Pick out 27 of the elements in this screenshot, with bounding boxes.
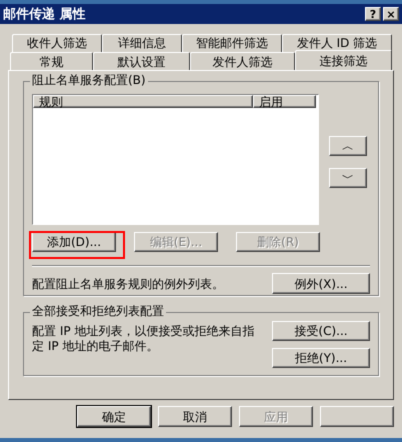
close-button[interactable]: × [383,7,399,21]
tab[interactable]: 收件人筛选 [12,34,102,52]
move-down-button[interactable]: ﹀ [329,168,367,188]
tab[interactable]: 发件人筛选 [190,52,295,70]
group-title: 全部接受和拒绝列表配置 [30,305,166,317]
group-title: 阻止名单服务配置(B) [30,74,148,86]
tab[interactable]: 详细信息 [102,34,182,52]
reject-button[interactable]: 拒绝(Y)... [272,348,370,368]
exception-text: 配置阻止名单服务规则的例外列表。 [32,278,224,290]
add-button[interactable]: 添加(D)... [32,232,116,252]
help-button[interactable]: ? [365,7,381,21]
description-text: 配置 IP 地址列表，以便接受或拒绝来自指定 IP 地址的电子邮件。 [32,323,256,355]
move-up-button[interactable]: ︿ [329,136,367,156]
accept-button[interactable]: 接受(C)... [272,321,370,341]
cancel-button[interactable]: 取消 [158,406,232,427]
tab[interactable]: 默认设置 [93,52,190,70]
rules-list[interactable]: 规则 启用 [32,94,319,225]
window-title: 邮件传递 属性 [3,8,86,20]
tab[interactable]: 智能邮件筛选 [182,34,282,52]
exception-button[interactable]: 例外(X)... [272,273,370,294]
dialog-button[interactable] [320,406,394,427]
tab[interactable]: 常规 [10,52,93,70]
column-header[interactable]: 规则 [33,95,253,108]
column-header[interactable]: 启用 [253,95,316,108]
ok-button[interactable]: 确定 [77,406,151,427]
tab[interactable]: 发件人 ID 筛选 [282,34,392,52]
tab[interactable]: 连接筛选 [295,50,392,70]
